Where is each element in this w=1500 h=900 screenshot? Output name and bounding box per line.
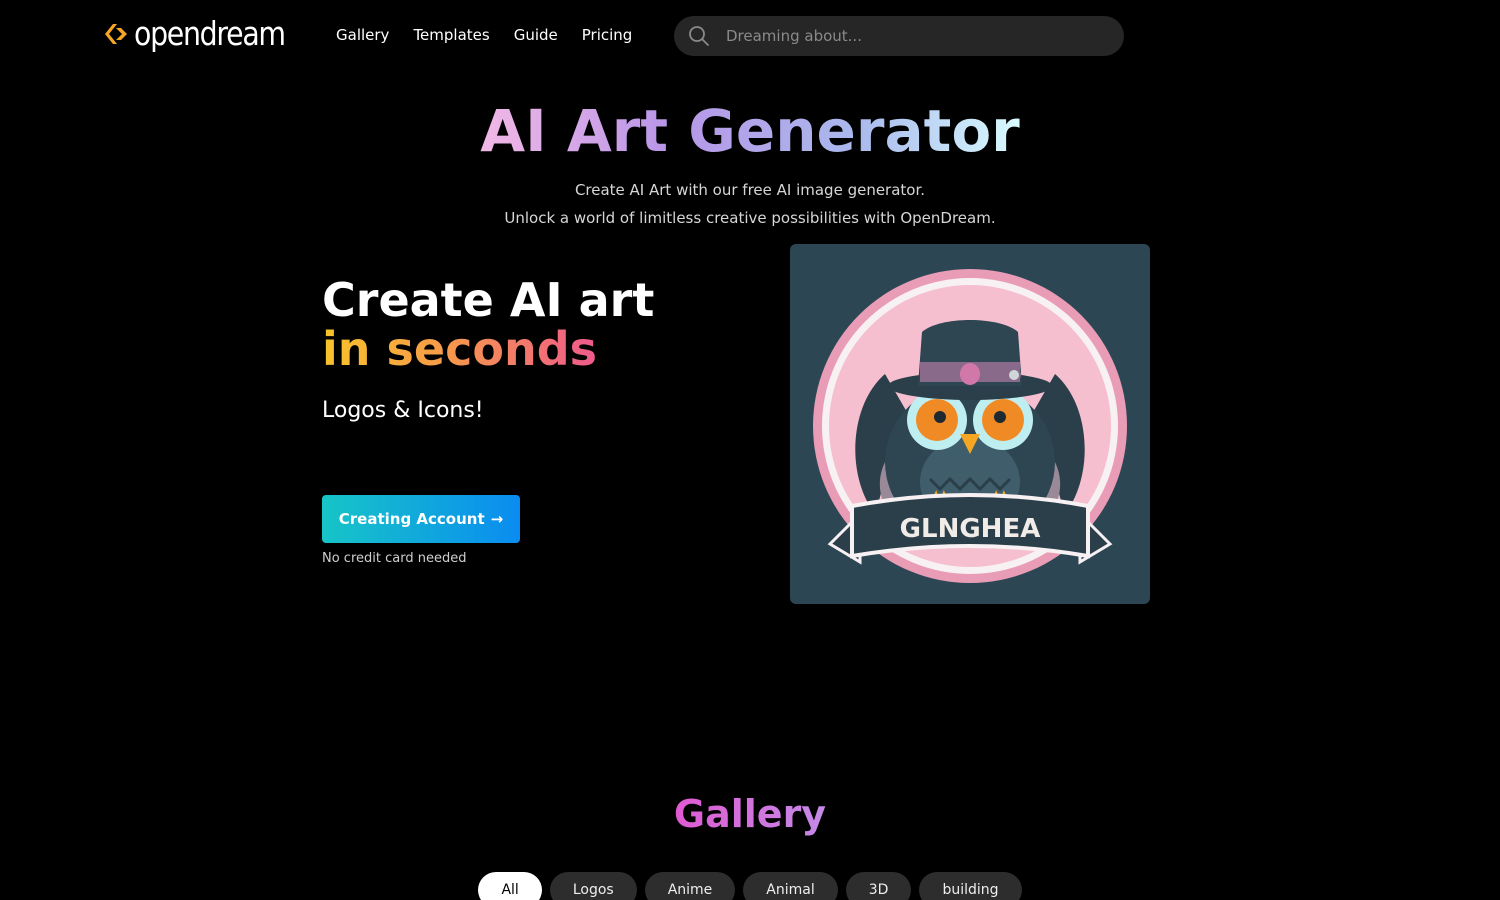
search-input[interactable]: [726, 16, 1106, 56]
opendream-logo-icon: [105, 24, 127, 44]
arrow-right-icon: →: [490, 510, 504, 528]
promo-headline-line-2: in seconds: [322, 322, 598, 376]
filter-chip-all[interactable]: All: [478, 872, 542, 900]
filter-chip-building[interactable]: building: [919, 872, 1022, 900]
create-account-label: Creating Account: [338, 510, 485, 528]
gallery-heading: Gallery: [0, 786, 1500, 842]
page-title: AI Art Generator: [0, 96, 1500, 166]
gallery-heading-text: Gallery: [673, 792, 827, 836]
create-account-button[interactable]: Creating Account →: [322, 495, 520, 543]
promo-headline-line-1: Create AI art: [322, 273, 655, 327]
brand-name: opendream: [134, 14, 286, 53]
hero-subtitle: Create AI Art with our free AI image gen…: [0, 176, 1500, 232]
search-bar: [674, 16, 1124, 56]
gallery-filter-bar: All Logos Anime Animal 3D building: [0, 872, 1500, 900]
hero-subtitle-line-2: Unlock a world of limitless creative pos…: [504, 209, 996, 227]
page-title-text: AI Art Generator: [480, 97, 1020, 165]
nav-item-templates[interactable]: Templates: [413, 24, 489, 46]
filter-chip-3d[interactable]: 3D: [845, 872, 912, 900]
filter-chip-anime[interactable]: Anime: [644, 872, 736, 900]
no-credit-card-note: No credit card needed: [322, 551, 467, 566]
artwork-banner-text: GLNGHEA: [900, 514, 1041, 544]
hero-subtitle-line-1: Create AI Art with our free AI image gen…: [574, 181, 926, 199]
filter-chip-logos[interactable]: Logos: [549, 872, 637, 900]
nav-item-pricing[interactable]: Pricing: [582, 24, 633, 46]
filter-chip-animal[interactable]: Animal: [743, 872, 838, 900]
brand-logo[interactable]: opendream: [102, 14, 309, 54]
nav-item-guide[interactable]: Guide: [514, 24, 558, 46]
top-navbar: opendream Gallery Templates Guide Pricin…: [0, 0, 1500, 72]
page: opendream Gallery Templates Guide Pricin…: [0, 0, 1500, 900]
featured-artwork: GLNGHEA: [790, 244, 1150, 604]
main-nav: Gallery Templates Guide Pricing: [336, 24, 632, 46]
promo-tagline: Logos & Icons!: [322, 398, 484, 423]
owl-logo-artwork: GLNGHEA: [813, 269, 1127, 583]
nav-item-gallery[interactable]: Gallery: [336, 24, 389, 46]
search-icon[interactable]: [688, 25, 710, 47]
